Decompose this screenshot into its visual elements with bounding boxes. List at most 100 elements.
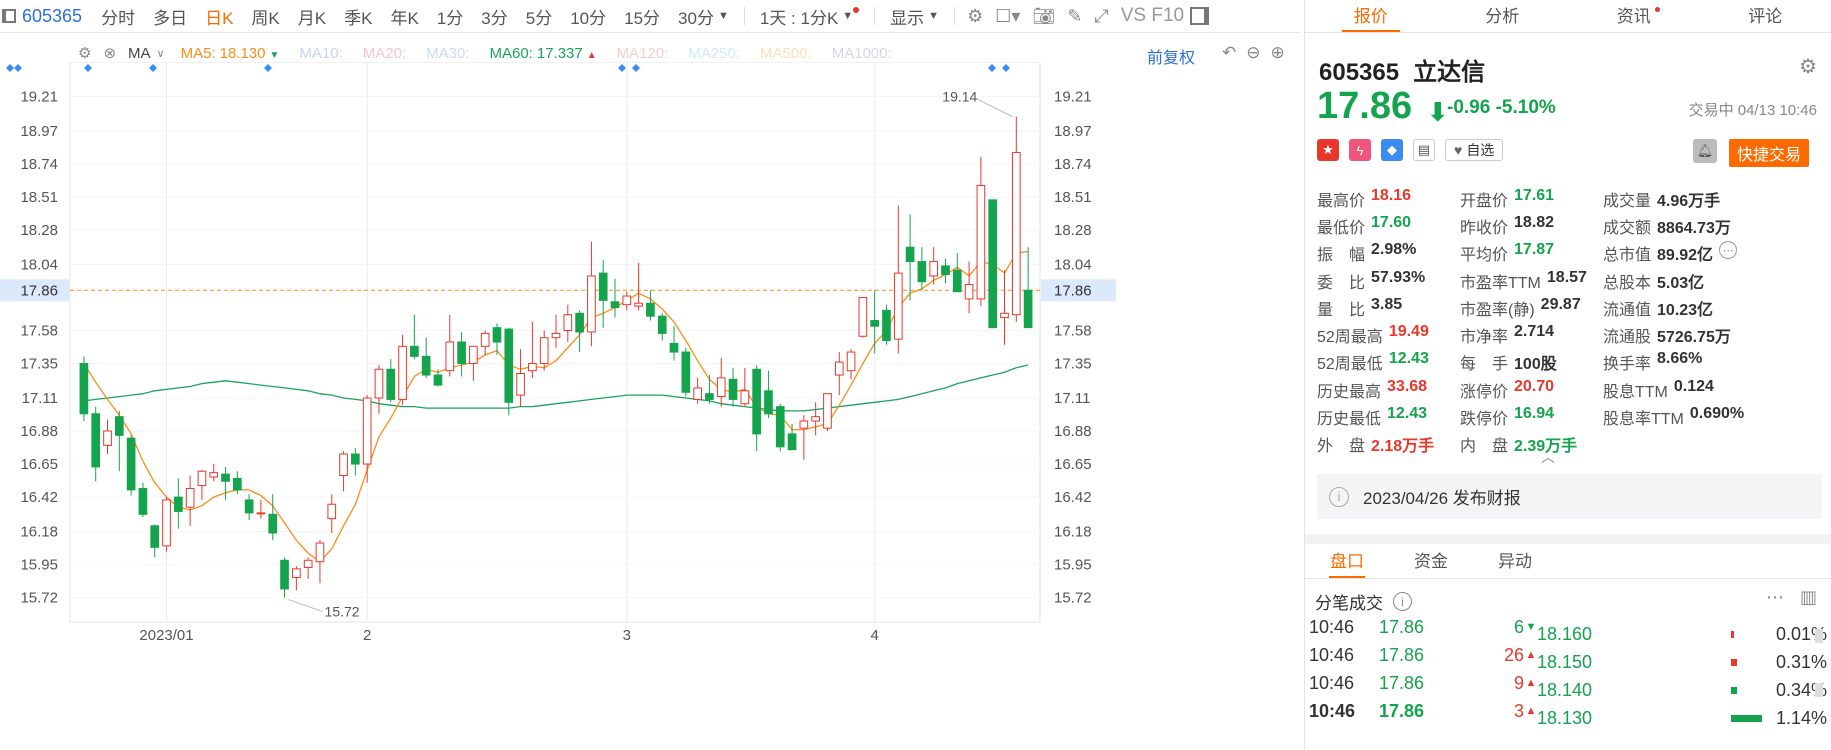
tab-8[interactable]: 3分 [472, 9, 516, 28]
detail-tab-0[interactable]: 盘口 [1305, 544, 1389, 578]
info-icon: i [1329, 486, 1349, 507]
panel-toggle-icon[interactable] [2, 9, 16, 23]
tab-0[interactable]: 分时 [92, 9, 144, 28]
y-tick-label-left: 16.42 [20, 489, 58, 506]
candle-body [669, 342, 679, 353]
scrollbar[interactable] [1815, 610, 1825, 740]
stat-cell: 换手率 8.66% [1603, 350, 1763, 374]
report-text: 2023/04/26 发布财报 [1363, 489, 1521, 508]
detail-tab-2[interactable]: 异动 [1473, 544, 1557, 578]
tick-price: 17.86 [1379, 616, 1425, 637]
ma-item-5[interactable]: MA120: [617, 45, 669, 62]
more-icon[interactable]: ⋯ [1719, 241, 1738, 260]
pencil-icon[interactable]: ✎ [1061, 6, 1088, 27]
detail-tab-1[interactable]: 资金 [1389, 544, 1473, 578]
ma-item-0[interactable]: MA5: 18.130 ▼ [181, 45, 280, 62]
tab-11[interactable]: 15分 [615, 9, 669, 28]
quote-tab-0[interactable]: 报价 [1305, 0, 1437, 32]
dropdown-30min-label: 30分 [678, 8, 714, 28]
expand-icon[interactable]: ⤢ [1088, 6, 1114, 27]
candle-body [764, 390, 773, 415]
y-tick-label-left: 16.65 [20, 456, 58, 473]
lightning-icon[interactable]: ϟ [1349, 139, 1371, 161]
candle-body [492, 327, 502, 343]
zoom-out-icon[interactable]: ⊖ [1246, 43, 1260, 63]
more-icon[interactable]: ⋯ [1766, 587, 1784, 608]
ma-item-8[interactable]: MA1000: [832, 45, 892, 62]
tab-2[interactable]: 日K [196, 9, 242, 28]
candlestick-chart[interactable]: 19.21 19.21 18.97 18.97 18.74 18.74 18.51 18.51… [0, 62, 1305, 750]
tab-10[interactable]: 10分 [561, 9, 615, 28]
y-tick-label-right: 18.74 [1054, 156, 1092, 173]
stat-value: 12.43 [1387, 405, 1428, 423]
tab-6[interactable]: 年K [381, 9, 427, 28]
indicator-settings-icon[interactable]: ⚙ [78, 44, 91, 62]
dropdown-period[interactable]: 1天 : 1分K ▼ [751, 4, 868, 29]
stat-value: 5726.75万 [1657, 329, 1731, 347]
y-tick-label-left: 18.51 [20, 189, 58, 206]
ma-item-4[interactable]: MA60: 17.337 ▲ [489, 45, 596, 62]
tab-5[interactable]: 季K [335, 9, 381, 28]
change-value: -0.96 [1447, 97, 1491, 118]
draw-box-icon[interactable]: ☐▾ [989, 6, 1026, 27]
candle-body [587, 275, 596, 333]
tab-3[interactable]: 周K [242, 9, 288, 28]
settings-icon[interactable]: ⚙ [961, 6, 989, 27]
stat-label: 市盈率(静) [1460, 301, 1535, 319]
add-watchlist-button[interactable]: ♥ 自选 [1445, 139, 1504, 161]
stat-label: 总市值 [1603, 247, 1652, 265]
tab-7[interactable]: 1分 [428, 9, 472, 28]
ma-item-7[interactable]: MA500: [760, 45, 812, 62]
symbol-code[interactable]: 605365 [22, 6, 82, 27]
candle-body [280, 559, 289, 590]
ma-item-2[interactable]: MA20: [363, 45, 406, 62]
quote-tab-2[interactable]: 资讯 [1568, 0, 1700, 32]
candle-body [598, 272, 608, 301]
tab-4[interactable]: 月K [289, 9, 335, 28]
tab-9[interactable]: 5分 [517, 9, 561, 28]
candle-body [681, 351, 691, 393]
chevron-down-icon[interactable]: ∨ [157, 47, 165, 60]
report-notice[interactable]: i 2023/04/26 发布财报 [1317, 474, 1822, 519]
candle-body [787, 433, 797, 451]
zoom-in-icon[interactable]: ⊕ [1271, 43, 1285, 63]
china-flag-icon[interactable]: ★ [1317, 139, 1339, 161]
candle-body [504, 328, 514, 403]
dropdown-display[interactable]: 显示 ▼ [881, 4, 948, 29]
candle-body [575, 312, 584, 333]
scroll-thumb[interactable] [1815, 683, 1823, 697]
dropdown-30min[interactable]: 30分 ▼ [669, 4, 738, 29]
event-marker-icon [632, 64, 640, 72]
quick-trade-button[interactable]: 快捷交易 [1729, 139, 1810, 167]
tag-icon[interactable]: ◆ [1381, 139, 1403, 161]
stat-label: 每 手 [1460, 356, 1509, 374]
camera-icon[interactable]: 📷︎ [1026, 6, 1061, 27]
sidebar-toggle-icon[interactable] [1190, 7, 1210, 25]
section-divider [1305, 534, 1831, 544]
ma-item-1[interactable]: MA10: [299, 45, 342, 62]
collapse-caret-icon[interactable]: ︿ [1541, 447, 1555, 467]
y-tick-label-left: 16.88 [20, 423, 58, 440]
y-tick-label-left: 15.95 [20, 557, 58, 574]
ma-item-name: MA30: [426, 44, 470, 62]
book-bar-fill [1731, 659, 1737, 666]
candle-body [563, 314, 573, 332]
close-indicator-icon[interactable]: ⊗ [103, 44, 116, 62]
ma-item-6[interactable]: MA250: [688, 45, 740, 62]
stat-value: 3.85 [1371, 295, 1403, 313]
info-icon[interactable]: i [1393, 592, 1412, 611]
up-triangle-icon: ▲ [1525, 677, 1537, 689]
undo-icon[interactable]: ↶ [1222, 43, 1236, 63]
split-layout-icon[interactable]: ▥ [1800, 587, 1817, 608]
vs-f10-button[interactable]: VS F10 [1115, 5, 1190, 27]
change-percent: -5.10% [1495, 97, 1556, 118]
quote-tab-3[interactable]: 评论 [1700, 0, 1831, 32]
document-icon[interactable]: ▤ [1413, 139, 1435, 161]
ma-item-3[interactable]: MA30: [426, 45, 469, 62]
scroll-thumb[interactable] [1815, 629, 1823, 643]
tab-1[interactable]: 多日 [144, 9, 196, 28]
settings-icon[interactable]: ⚙ [1799, 54, 1817, 79]
ma-label[interactable]: MA [128, 45, 151, 62]
alert-bell-icon[interactable]: 🔔︎ [1693, 139, 1717, 163]
quote-tab-1[interactable]: 分析 [1437, 0, 1569, 32]
